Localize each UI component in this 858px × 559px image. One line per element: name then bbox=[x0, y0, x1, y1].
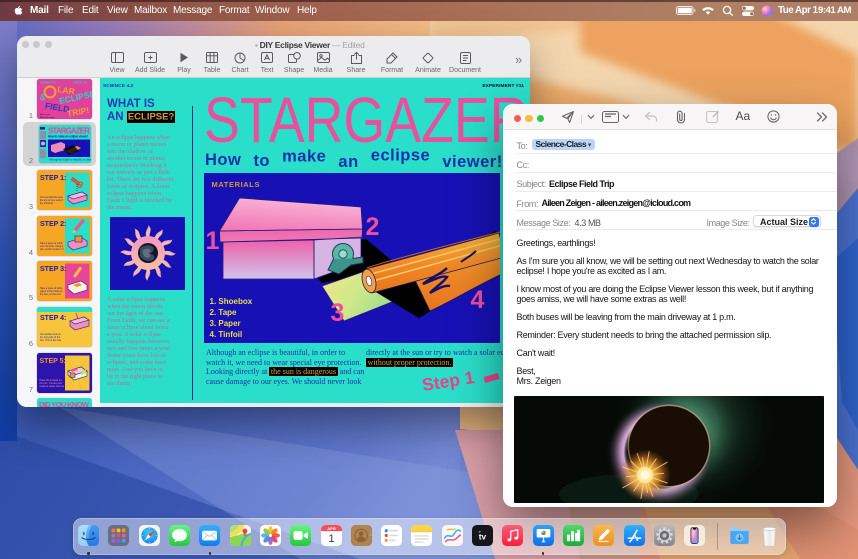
svg-text:STEP 2:: STEP 2: bbox=[40, 221, 66, 228]
svg-text:STEP 5:: STEP 5: bbox=[39, 358, 65, 365]
svg-text:ready to safely observe: ready to safely observe bbox=[39, 385, 64, 388]
svg-text:the box, on the end: the box, on the end bbox=[40, 293, 61, 296]
svg-text:1: 1 bbox=[328, 533, 334, 545]
svg-text:the shoebox.: the shoebox. bbox=[40, 202, 54, 205]
svg-text:How to make an eclipse viewer!: How to make an eclipse viewer! bbox=[48, 135, 88, 139]
svg-text:TRIP!: TRIP! bbox=[66, 105, 90, 119]
svg-text:STEP 4:: STEP 4: bbox=[40, 315, 66, 322]
svg-text:STEP 3:: STEP 3: bbox=[40, 266, 66, 273]
svg-text:pen, punch a hole in it.: pen, punch a hole in it. bbox=[40, 248, 64, 251]
svg-text:SCIENCE 4.2: SCIENCE 4.2 bbox=[40, 81, 56, 85]
svg-text:STEP 1:: STEP 1: bbox=[40, 175, 66, 182]
svg-text:box. This is the hole: box. This is the hole bbox=[40, 339, 62, 342]
svg-text:Mar 1 p.m.: Mar 1 p.m. bbox=[40, 113, 51, 116]
svg-text:Although an eclipse is beautif: Although an eclipse is beautiful, in ord… bbox=[49, 159, 91, 162]
svg-text:APR: APR bbox=[327, 526, 336, 531]
svg-text:tv: tv bbox=[479, 531, 487, 541]
svg-text:EXPER. #11: EXPER. #11 bbox=[73, 81, 88, 85]
svg-text:Main Driveway: Main Driveway bbox=[40, 116, 55, 119]
svg-text:DID YOU KNOW: DID YOU KNOW bbox=[39, 400, 90, 407]
